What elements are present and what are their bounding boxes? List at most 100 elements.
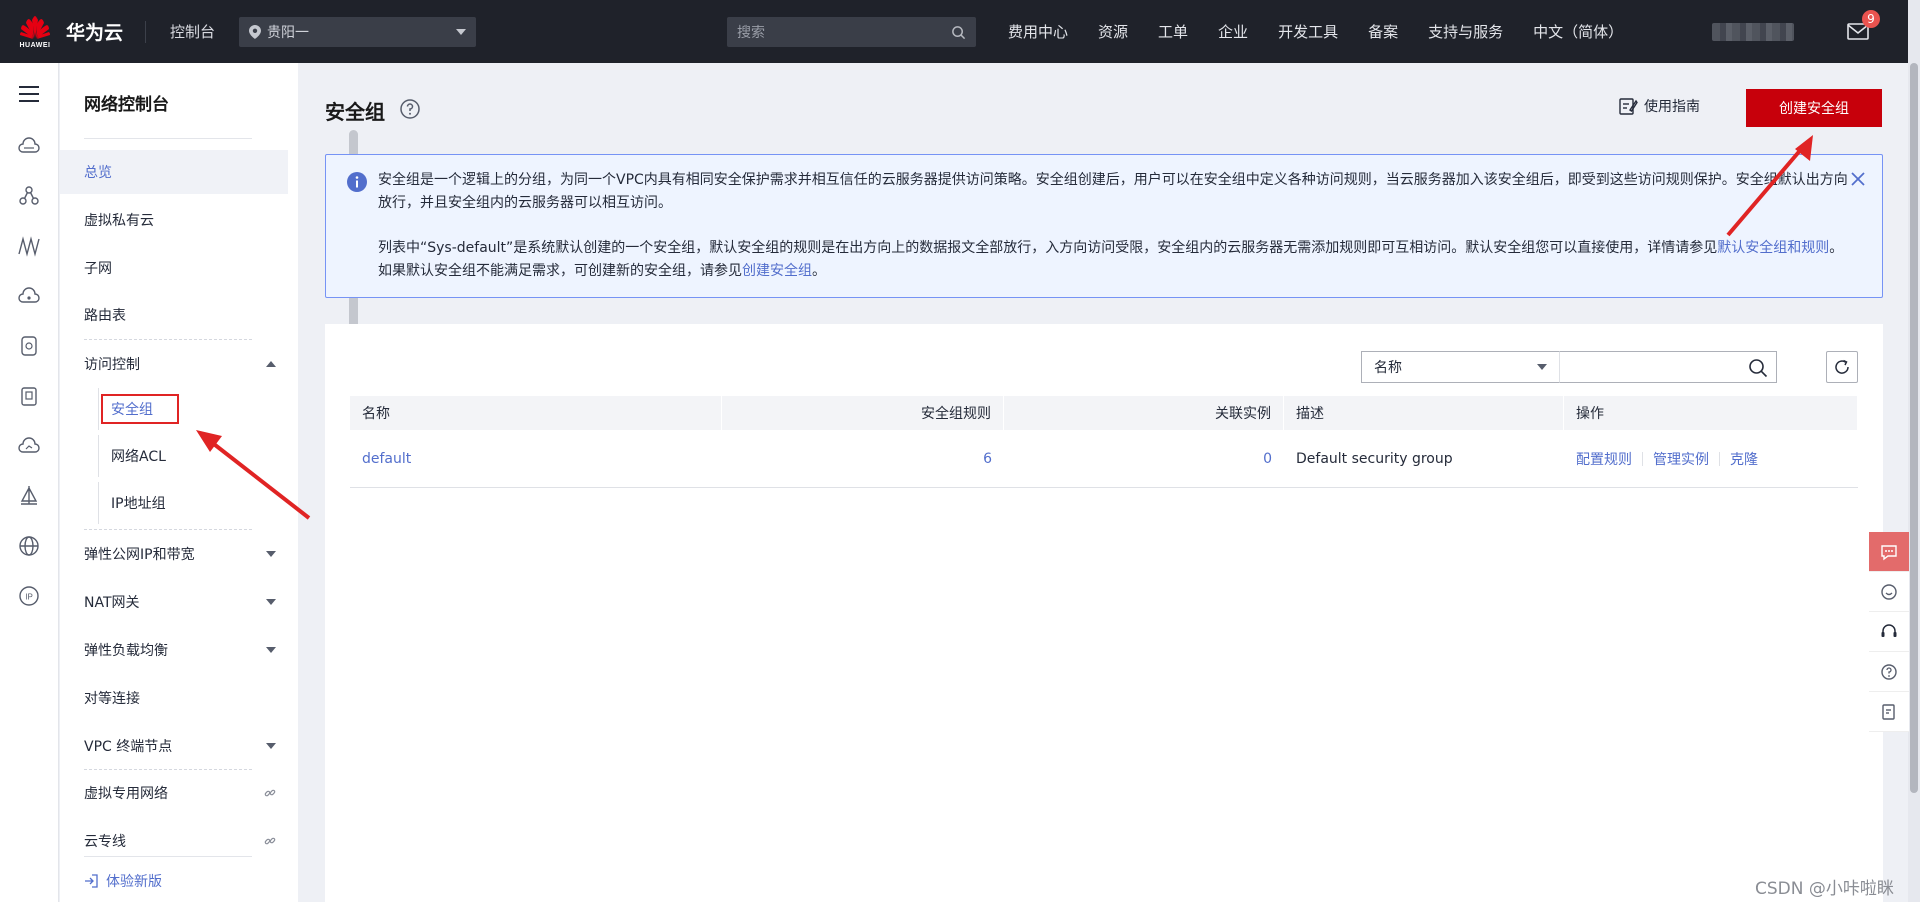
user-guide-label: 使用指南	[1644, 99, 1700, 115]
network-icon[interactable]	[16, 183, 42, 209]
try-new-version-link[interactable]: 体验新版	[84, 871, 162, 891]
cell-instances: 0	[1004, 430, 1284, 488]
nav-billing[interactable]: 费用中心	[1008, 21, 1068, 42]
brand-name[interactable]: 华为云	[66, 18, 123, 45]
console-link[interactable]: 控制台	[170, 21, 215, 42]
manage-instances-link[interactable]: 管理实例	[1653, 449, 1709, 469]
guide-icon	[1619, 98, 1638, 115]
nat-icon[interactable]	[16, 383, 42, 409]
page-scrollbar[interactable]	[1908, 0, 1920, 902]
sidebar-item-elb[interactable]: 弹性负载均衡	[60, 628, 288, 672]
cloud-sync-icon[interactable]	[16, 433, 42, 459]
sidebar-item-label: NAT网关	[84, 595, 140, 611]
region-label: 贵阳一	[267, 24, 310, 41]
sidebar-subitem-ip-group[interactable]: IP地址组	[98, 482, 288, 524]
nav-filing[interactable]: 备案	[1368, 21, 1398, 42]
column-header-instances[interactable]: 关联实例	[1004, 396, 1284, 430]
nav-resources[interactable]: 资源	[1098, 21, 1128, 42]
customer-service-button[interactable]	[1869, 612, 1909, 652]
top-nav: 费用中心 资源 工单 企业 开发工具 备案 支持与服务 中文（简体）	[1008, 0, 1653, 63]
globe-icon[interactable]	[16, 533, 42, 559]
configure-rules-link[interactable]: 配置规则	[1576, 449, 1632, 469]
huawei-logo[interactable]: HUAWEI	[10, 0, 60, 63]
sidebar-item-overview[interactable]: 总览	[60, 150, 288, 194]
nav-language[interactable]: 中文（简体）	[1533, 21, 1623, 42]
nav-enterprise[interactable]: 企业	[1218, 21, 1248, 42]
sidebar-item-label: 总览	[84, 165, 112, 181]
sail-icon[interactable]	[16, 483, 42, 509]
location-pin-icon	[249, 24, 262, 39]
sidebar-item-vpc-endpoint[interactable]: VPC 终端节点	[60, 724, 288, 768]
cloud-icon[interactable]	[16, 133, 42, 159]
refresh-button[interactable]	[1826, 351, 1858, 383]
info-text-2: 列表中“Sys-default”是系统默认创建的一个安全组，默认安全组的规则是在…	[378, 237, 1848, 283]
close-icon[interactable]	[1850, 171, 1866, 187]
search-icon[interactable]	[951, 25, 966, 40]
question-icon	[1881, 663, 1897, 680]
help-icon[interactable]	[399, 98, 421, 120]
sidebar-item-label: 弹性负载均衡	[84, 643, 168, 659]
region-selector[interactable]: 贵阳一	[239, 16, 477, 47]
column-header-description[interactable]: 描述	[1284, 396, 1564, 430]
dns-icon[interactable]	[16, 333, 42, 359]
sidebar-item-label: 云专线	[84, 834, 126, 850]
sidebar-item-route-table[interactable]: 路由表	[60, 293, 288, 337]
help-button[interactable]	[1869, 652, 1909, 692]
filter-field-label: 名称	[1374, 360, 1402, 376]
vpc-peer-icon[interactable]	[16, 233, 42, 259]
menu-icon[interactable]	[16, 81, 42, 107]
ip-icon[interactable]: IP	[16, 583, 42, 609]
clone-link[interactable]: 克隆	[1730, 449, 1758, 469]
search-placeholder: 搜索	[737, 25, 765, 41]
watermark: CSDN @小咔啦眯	[1755, 879, 1894, 899]
nav-support[interactable]: 支持与服务	[1428, 21, 1503, 42]
user-account-blurred[interactable]	[1712, 23, 1794, 41]
global-search-input[interactable]: 搜索	[727, 17, 976, 47]
router-icon[interactable]	[16, 283, 42, 309]
chat-button[interactable]	[1869, 532, 1909, 572]
sidebar-item-vpc[interactable]: 虚拟私有云	[60, 198, 288, 242]
security-group-table: 名称 安全组规则 关联实例 描述 操作 default 6 0 Default …	[350, 396, 1858, 488]
divider	[145, 20, 147, 43]
service-icon-rail: IP	[0, 63, 59, 902]
try-new-version-label: 体验新版	[106, 874, 162, 890]
nav-tickets[interactable]: 工单	[1158, 21, 1188, 42]
rules-count-link[interactable]: 6	[983, 451, 992, 467]
divider	[84, 856, 252, 857]
filter-field-select[interactable]: 名称	[1361, 351, 1559, 383]
page-scrollbar-thumb[interactable]	[1910, 63, 1918, 793]
sidebar-item-vpn[interactable]: 虚拟专用网络	[60, 771, 288, 815]
sidebar-title: 网络控制台	[84, 95, 169, 115]
filter-search-input[interactable]	[1559, 351, 1777, 383]
sidebar-item-label: 弹性公网IP和带宽	[84, 547, 195, 563]
column-header-name[interactable]: 名称	[350, 396, 722, 430]
column-header-rules[interactable]: 安全组规则	[722, 396, 1004, 430]
cell-actions: 配置规则 管理实例 克隆	[1564, 430, 1858, 488]
sidebar-item-peering[interactable]: 对等连接	[60, 676, 288, 720]
nav-dev-tools[interactable]: 开发工具	[1278, 21, 1338, 42]
sidebar-item-eip[interactable]: 弹性公网IP和带宽	[60, 532, 288, 576]
instances-count-link[interactable]: 0	[1263, 451, 1272, 467]
logo-wordmark: HUAWEI	[19, 42, 51, 49]
sidebar-item-label: 对等连接	[84, 691, 140, 707]
chevron-down-icon	[1537, 364, 1547, 370]
feedback-button[interactable]	[1869, 572, 1909, 612]
create-security-group-button[interactable]: 创建安全组	[1746, 89, 1882, 127]
default-sg-rules-link[interactable]: 默认安全组和规则	[1717, 240, 1829, 256]
survey-button[interactable]	[1869, 692, 1909, 732]
sidebar-subitem-network-acl[interactable]: 网络ACL	[98, 435, 288, 477]
divider	[84, 339, 252, 340]
chat-icon	[1881, 544, 1897, 560]
svg-text:IP: IP	[25, 593, 33, 602]
sidebar-item-access-control[interactable]: 访问控制	[60, 342, 288, 386]
sidebar-item-subnet[interactable]: 子网	[60, 246, 288, 290]
user-guide-link[interactable]: 使用指南	[1618, 96, 1700, 116]
table-row: default 6 0 Default security group 配置规则 …	[350, 430, 1858, 488]
sidebar-item-nat[interactable]: NAT网关	[60, 580, 288, 624]
sidebar-subitem-security-group[interactable]: 安全组	[98, 388, 288, 430]
cell-name: default	[350, 430, 722, 488]
search-icon[interactable]	[1748, 358, 1768, 378]
security-group-name-link[interactable]: default	[362, 451, 411, 467]
create-sg-doc-link[interactable]: 创建安全组	[742, 263, 812, 279]
huawei-petal-icon	[20, 16, 50, 39]
